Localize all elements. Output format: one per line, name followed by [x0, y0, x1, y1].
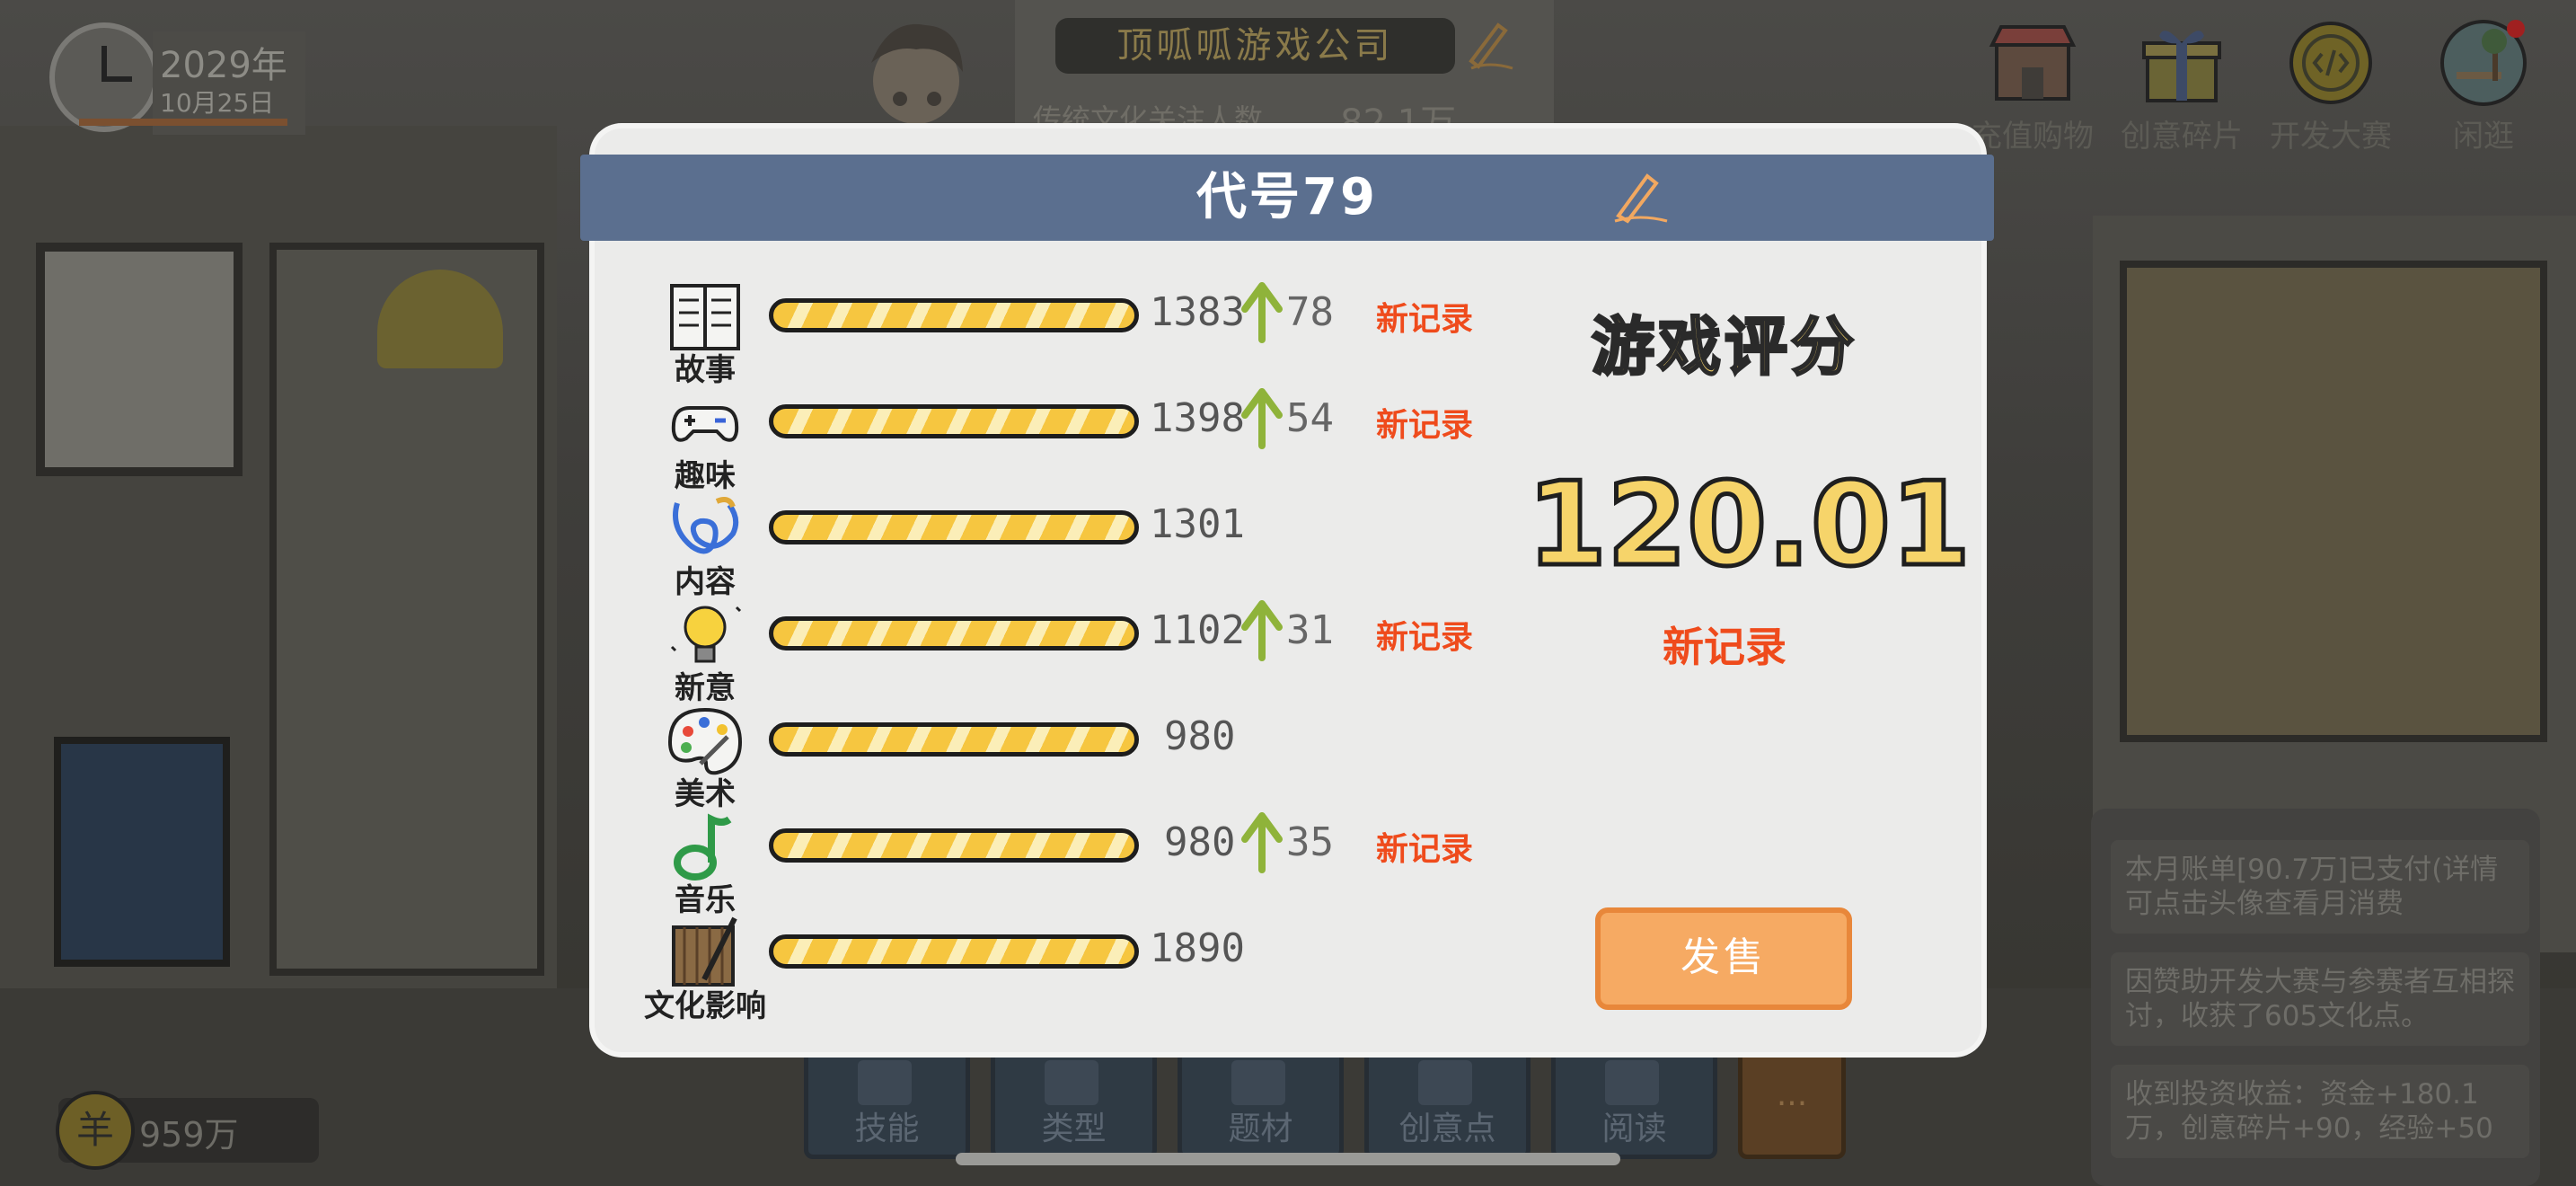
date-year: 2029年: [160, 45, 287, 86]
genre-icon: [1045, 1060, 1098, 1105]
clock-icon[interactable]: [49, 22, 159, 132]
stat-value: 1301: [1150, 501, 1245, 547]
stat-progress-bar: [769, 510, 1139, 544]
stat-label: 音乐: [675, 882, 736, 918]
stat-value: 980: [1164, 713, 1236, 759]
code-medal-icon: [2289, 22, 2372, 104]
score-title: 游戏评分: [1591, 309, 1857, 385]
tab-more[interactable]: ···: [1738, 1047, 1846, 1159]
wall-picture: [36, 243, 243, 476]
tab-label: 题材: [1228, 1111, 1293, 1147]
stat-progress-bar: [769, 828, 1139, 863]
stat-new-record: 新记录: [1376, 301, 1474, 338]
stat-row: 文化影响 1890: [644, 916, 1500, 1024]
stat-value: 1890: [1150, 925, 1245, 971]
message-item[interactable]: 因赞助开发大赛与参赛者互相探讨，收获了605文化点。: [2111, 952, 2529, 1046]
score-value: 120.01: [1525, 456, 1973, 595]
stat-row: 趣味 1398 54 新记录: [665, 386, 1500, 494]
stat-progress-bar: [769, 616, 1139, 651]
arrow-up-icon: [1241, 812, 1283, 873]
stat-row: 故事 1383 78 新记录: [665, 280, 1500, 388]
stat-increase: 31: [1286, 607, 1334, 653]
stat-row: 新意 1102 31 新记录: [665, 598, 1500, 706]
stat-label: 美术: [675, 776, 736, 812]
stat-label: 内容: [675, 564, 736, 600]
game-title: 代号79: [1196, 168, 1378, 226]
stat-value: 1102: [1150, 607, 1245, 653]
top-button-label: 闲逛: [2453, 119, 2514, 155]
top-button-label: 开发大赛: [2270, 119, 2392, 155]
tab-label: 类型: [1041, 1111, 1107, 1147]
stat-increase: 35: [1286, 819, 1334, 865]
stat-value: 980: [1164, 819, 1236, 865]
tab-reading[interactable]: 阅读: [1551, 1047, 1717, 1159]
stat-progress-bar: [769, 934, 1139, 969]
tab-skills[interactable]: 技能: [804, 1047, 970, 1159]
top-button-contest[interactable]: 开发大赛: [2263, 18, 2398, 155]
arrow-up-icon: [1241, 388, 1283, 449]
stat-increase: 54: [1286, 395, 1334, 441]
skills-icon: [858, 1060, 912, 1105]
stat-value: 1383: [1150, 289, 1245, 335]
shop-icon: [1989, 25, 2077, 101]
tab-ideas[interactable]: 创意点: [1364, 1047, 1531, 1159]
top-button-shop[interactable]: 充值购物: [1965, 18, 2100, 155]
stat-progress-bar: [769, 404, 1139, 438]
stat-value: 1398: [1150, 395, 1245, 441]
tab-label: 创意点: [1398, 1111, 1496, 1147]
date-day: 10月25日: [160, 88, 275, 118]
score-new-record: 新记录: [1663, 623, 1786, 671]
stat-row: 美术 980: [665, 704, 1500, 812]
month-progress-bar: [79, 119, 287, 126]
tab-theme[interactable]: 题材: [1178, 1047, 1344, 1159]
coin-icon: 羊: [56, 1091, 135, 1170]
message-item[interactable]: 本月账单[90.7万]已支付(详情可点击头像查看月消费: [2111, 840, 2529, 934]
more-icon: ···: [1776, 1085, 1808, 1122]
message-item[interactable]: 收到投资收益：资金+180.1万，创意碎片+90，经验+50: [2111, 1065, 2529, 1158]
stat-new-record: 新记录: [1376, 619, 1474, 656]
stat-label: 新意: [675, 670, 736, 706]
gift-box-icon: [2142, 31, 2221, 102]
stat-new-record: 新记录: [1376, 407, 1474, 444]
stat-label: 故事: [675, 352, 736, 388]
company-name[interactable]: 顶呱呱游戏公司: [1055, 18, 1455, 74]
stat-increase: 78: [1286, 289, 1334, 335]
theme-icon: [1231, 1060, 1285, 1105]
top-button-fragments[interactable]: 创意碎片: [2114, 18, 2249, 155]
arrow-up-icon: [1241, 282, 1283, 343]
stat-progress-bar: [769, 722, 1139, 757]
arrow-up-icon: [1241, 600, 1283, 661]
bookshelf: [2120, 261, 2547, 742]
tab-genre[interactable]: 类型: [991, 1047, 1157, 1159]
heart-icon: [1418, 1060, 1472, 1105]
edit-pen-icon[interactable]: [1462, 16, 1516, 74]
money-value: 959万: [139, 1115, 239, 1155]
stat-label: 趣味: [675, 458, 736, 494]
top-button-stroll[interactable]: 闲逛: [2416, 18, 2551, 155]
book-open-icon: [1605, 1060, 1659, 1105]
edit-pen-icon[interactable]: [1608, 165, 1671, 228]
stat-new-record: 新记录: [1376, 831, 1474, 868]
avatar[interactable]: [844, 9, 988, 135]
home-indicator[interactable]: [956, 1153, 1620, 1165]
stat-progress-bar: [769, 298, 1139, 332]
stat-label: 文化影响: [644, 988, 766, 1024]
tab-label: 技能: [854, 1111, 920, 1147]
park-bench-icon: [2440, 20, 2527, 106]
stat-row: 音乐 980 35 新记录: [665, 810, 1500, 918]
sell-button[interactable]: 发售: [1595, 907, 1852, 1010]
top-button-label: 创意碎片: [2121, 119, 2243, 155]
arcade-cabinet: [54, 737, 230, 967]
tab-label: 阅读: [1601, 1111, 1667, 1147]
stat-row: 内容 1301: [665, 492, 1500, 600]
